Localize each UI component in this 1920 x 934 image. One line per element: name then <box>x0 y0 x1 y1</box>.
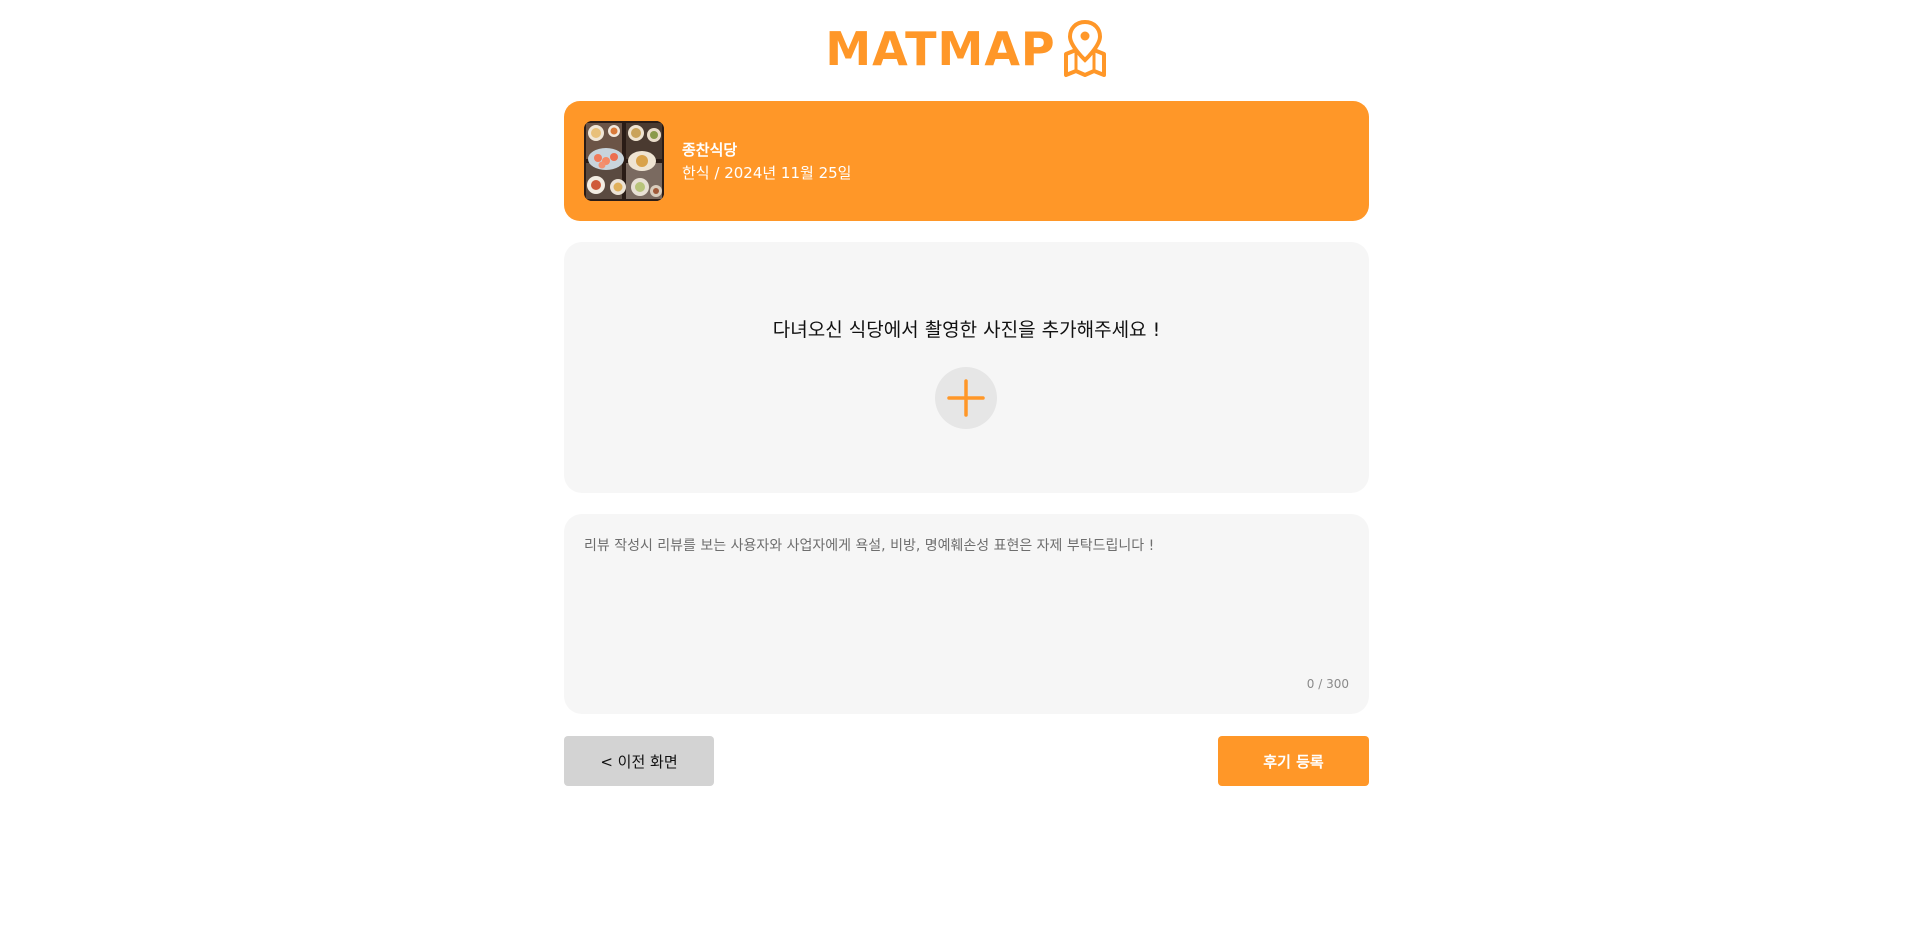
back-button[interactable]: < 이전 화면 <box>564 736 714 786</box>
logo-text: MATMAP <box>825 22 1056 76</box>
restaurant-meta: 한식 / 2024년 11월 25일 <box>682 164 852 182</box>
map-pin-icon <box>1062 20 1108 78</box>
char-count: 0 / 300 <box>1306 677 1349 691</box>
restaurant-name: 종찬식당 <box>682 141 738 159</box>
restaurant-thumbnail <box>584 121 664 201</box>
submit-review-button[interactable]: 후기 등록 <box>1218 736 1369 786</box>
page: MATMAP 종찬식당 한식 / 2024년 11월 25일 다녀오신 식당에서… <box>564 0 1369 934</box>
photo-upload-prompt: 다녀오신 식당에서 촬영한 사진을 추가해주세요 ! <box>772 319 1161 341</box>
photo-upload-area[interactable]: 다녀오신 식당에서 촬영한 사진을 추가해주세요 ! <box>564 242 1369 493</box>
add-photo-button[interactable] <box>935 367 997 429</box>
plus-icon <box>947 379 985 417</box>
restaurant-card: 종찬식당 한식 / 2024년 11월 25일 <box>564 101 1369 221</box>
restaurant-info: 종찬식당 한식 / 2024년 11월 25일 <box>682 139 851 185</box>
review-textarea[interactable] <box>584 536 1344 666</box>
logo[interactable]: MATMAP <box>564 18 1369 80</box>
review-box: 0 / 300 <box>564 514 1369 714</box>
